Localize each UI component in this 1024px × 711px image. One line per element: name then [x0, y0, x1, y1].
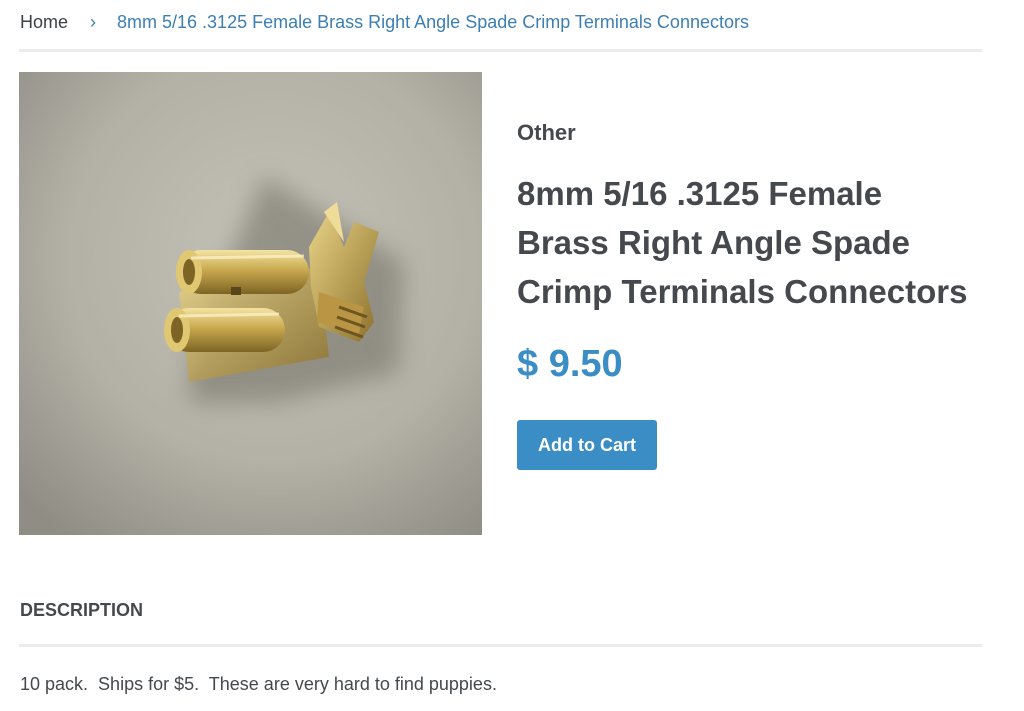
product-price: $ 9.50: [517, 343, 623, 385]
add-to-cart-button[interactable]: Add to Cart: [517, 420, 657, 470]
breadcrumb-home-link[interactable]: Home: [20, 12, 68, 33]
product-vendor: Other: [517, 120, 576, 145]
product-title: 8mm 5/16 .3125 Female Brass Right Angle …: [517, 175, 968, 310]
breadcrumb-current-link[interactable]: 8mm 5/16 .3125 Female Brass Right Angle …: [117, 12, 749, 33]
breadcrumb-separator-icon: ›: [90, 11, 97, 32]
description-text: 10 pack. Ships for $5. These are very ha…: [20, 674, 497, 694]
description-heading: DESCRIPTION: [20, 600, 144, 620]
description-divider: [19, 644, 982, 647]
breadcrumb: Home › 8mm 5/16 .3125 Female Brass Right…: [20, 9, 749, 35]
product-image[interactable]: [19, 72, 482, 535]
breadcrumb-divider: [19, 49, 982, 52]
